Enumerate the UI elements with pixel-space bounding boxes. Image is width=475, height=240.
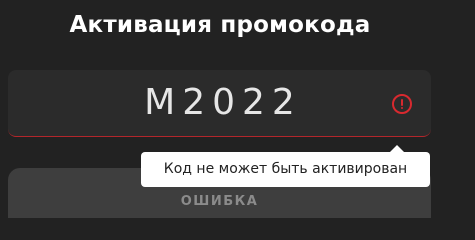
- promo-code-field[interactable]: M2022: [8, 70, 431, 137]
- exclamation-circle-icon: [392, 94, 412, 114]
- tooltip-text: Код не может быть активирован: [163, 161, 408, 177]
- error-button-label: ОШИБКА: [180, 194, 259, 209]
- error-tooltip: Код не может быть активирован: [141, 145, 430, 187]
- promo-activation-panel: Активация промокода M2022 ОШИБКА Код не …: [0, 0, 475, 218]
- promo-code-input[interactable]: M2022: [8, 70, 431, 136]
- page-title: Активация промокода: [69, 12, 371, 38]
